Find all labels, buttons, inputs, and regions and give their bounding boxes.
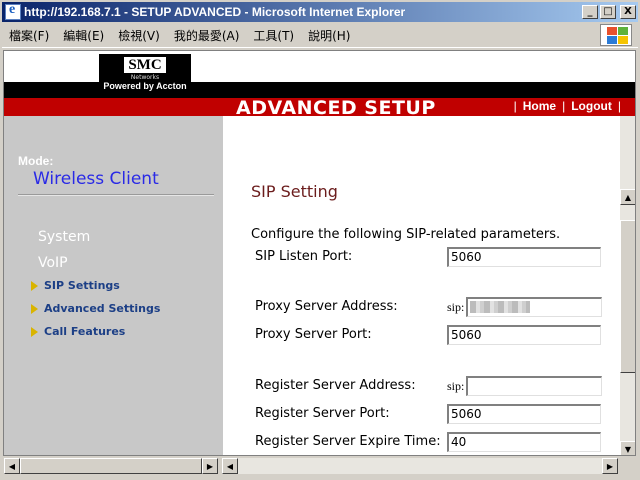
scroll-down-button[interactable]: ▼: [620, 441, 635, 455]
register-server-address-label: Register Server Address:: [255, 378, 416, 393]
logo-quad-blue: [607, 36, 617, 44]
register-server-port-input[interactable]: 5060: [447, 404, 601, 424]
arrow-right-icon: [31, 280, 38, 291]
brand-sub: Networks: [130, 74, 160, 81]
arrow-right-icon: [31, 303, 38, 314]
proxy-server-port-input[interactable]: 5060: [447, 325, 601, 345]
sidebar: Mode: Wireless Client System VoIP SIP Se…: [4, 116, 223, 455]
logo-quad-red: [607, 27, 617, 35]
scrollbar-corner: [619, 458, 636, 474]
powered-by: Powered by Accton: [103, 81, 187, 91]
close-button[interactable]: X: [620, 5, 636, 19]
window-title: http://192.168.7.1 - SETUP ADVANCED - Mi…: [24, 5, 406, 19]
smc-logo: SMC Networks Powered by Accton: [99, 54, 191, 92]
sip-listen-port-input[interactable]: 5060: [447, 247, 601, 267]
scroll-right-button[interactable]: ▶: [202, 458, 218, 474]
browser-window: http://192.168.7.1 - SETUP ADVANCED - Mi…: [0, 0, 640, 480]
section-title: SIP Setting: [251, 182, 338, 201]
windows-logo-icon: [600, 24, 632, 46]
sip-listen-port-label: SIP Listen Port:: [255, 249, 353, 264]
header-links: | Home | Logout |: [514, 99, 621, 113]
link-separator: |: [617, 99, 621, 113]
menu-tools[interactable]: 工具(T): [246, 27, 301, 44]
minimize-button[interactable]: _: [582, 5, 598, 19]
menu-edit[interactable]: 編輯(E): [56, 27, 111, 44]
register-expire-time-label: Register Server Expire Time:: [255, 434, 441, 449]
logout-link[interactable]: Logout: [571, 99, 612, 113]
register-expire-time-input[interactable]: 40: [447, 432, 601, 452]
ie-icon: [5, 2, 21, 20]
link-separator: |: [562, 99, 566, 113]
scroll-up-button[interactable]: ▲: [620, 189, 635, 205]
redacted-address: [470, 301, 531, 313]
link-separator: |: [513, 99, 517, 113]
intro-text: Configure the following SIP-related para…: [251, 227, 561, 242]
menu-favorites[interactable]: 我的最愛(A): [167, 27, 247, 44]
scroll-left-button[interactable]: ◀: [222, 458, 238, 474]
sidebar-item-label: Call Features: [44, 325, 126, 338]
register-server-address-input[interactable]: [466, 376, 603, 396]
proxy-server-port-label: Proxy Server Port:: [255, 327, 372, 342]
sidebar-item-sip-settings[interactable]: SIP Settings: [31, 279, 120, 292]
logo-quad-green: [618, 27, 628, 35]
sidebar-item-call-features[interactable]: Call Features: [31, 325, 125, 338]
content-horizontal-scrollbar[interactable]: ◀ ▶: [222, 458, 618, 474]
menu-help[interactable]: 說明(H): [301, 27, 357, 44]
register-server-port-label: Register Server Port:: [255, 406, 390, 421]
sidebar-horizontal-scrollbar[interactable]: ◀ ▶: [4, 458, 218, 474]
logo-quad-yellow: [618, 36, 628, 44]
main-content: SIP Setting Configure the following SIP-…: [223, 116, 620, 455]
scroll-left-button[interactable]: ◀: [4, 458, 20, 474]
menu-file[interactable]: 檔案(F): [2, 27, 56, 44]
sip-prefix: sip:: [447, 378, 465, 393]
sidebar-item-label: Advanced Settings: [44, 302, 161, 315]
proxy-server-address-input[interactable]: [466, 297, 603, 317]
page-viewport: SMC Networks Powered by Accton ADVANCED …: [3, 50, 636, 456]
mode-divider: [18, 194, 214, 196]
proxy-server-address-label: Proxy Server Address:: [255, 299, 398, 314]
sip-prefix: sip:: [447, 299, 465, 314]
brand-text: SMC: [124, 57, 166, 73]
scroll-right-button[interactable]: ▶: [602, 458, 618, 474]
vertical-scroll-thumb[interactable]: [620, 220, 635, 373]
arrow-right-icon: [31, 326, 38, 337]
title-bar: http://192.168.7.1 - SETUP ADVANCED - Mi…: [2, 2, 638, 22]
sidebar-item-voip[interactable]: VoIP: [38, 255, 68, 271]
menu-bar: 檔案(F) 編輯(E) 檢視(V) 我的最愛(A) 工具(T) 說明(H): [2, 23, 638, 48]
menu-view[interactable]: 檢視(V): [111, 27, 167, 44]
proxy-server-address-group: sip:: [447, 297, 603, 317]
sidebar-item-advanced-settings[interactable]: Advanced Settings: [31, 302, 160, 315]
home-link[interactable]: Home: [523, 99, 556, 113]
sidebar-item-system[interactable]: System: [38, 229, 90, 245]
maximize-button[interactable]: □: [600, 5, 616, 19]
sidebar-item-label: SIP Settings: [44, 279, 120, 292]
mode-label: Mode:: [18, 154, 54, 168]
vertical-scrollbar[interactable]: ▲ ▼: [620, 116, 635, 455]
mode-value: Wireless Client: [33, 169, 159, 189]
horizontal-scroll-thumb[interactable]: [20, 458, 202, 474]
register-server-address-group: sip:: [447, 376, 603, 396]
